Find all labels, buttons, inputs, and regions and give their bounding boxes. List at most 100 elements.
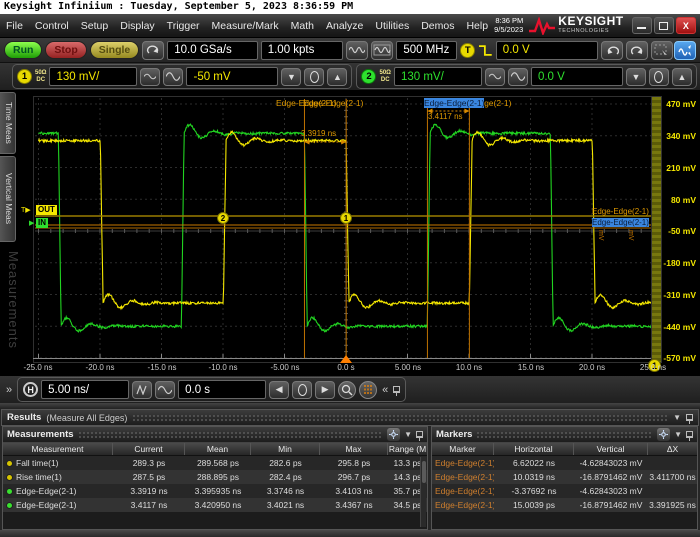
marker-label-right-1[interactable]: Edge-Edge(2-1): [592, 207, 649, 216]
col-mean[interactable]: Mean: [185, 443, 251, 455]
trigger-badge[interactable]: T: [460, 43, 475, 58]
channel-1-offset-down-button[interactable]: ▼: [281, 68, 301, 86]
touch-mode-button[interactable]: [142, 41, 164, 60]
bandwidth-field[interactable]: 500 MHz: [396, 41, 457, 60]
gear-icon[interactable]: [387, 428, 400, 441]
gear-icon[interactable]: [657, 428, 670, 441]
segmented-display-button[interactable]: [359, 381, 377, 399]
menu-trigger[interactable]: Trigger: [161, 14, 206, 37]
timebase-compress-button[interactable]: [132, 381, 152, 399]
menu-math[interactable]: Math: [285, 14, 320, 37]
menu-demos[interactable]: Demos: [415, 14, 460, 37]
trigger-level-field[interactable]: 0.0 V: [496, 41, 598, 60]
channel-2-source-label[interactable]: IN: [36, 218, 48, 228]
trigger-level-marker[interactable]: T▶: [21, 206, 31, 214]
maximize-button[interactable]: [654, 17, 674, 34]
channel-2-scale-field[interactable]: 130 mV/: [394, 67, 482, 86]
channel-1-offset-up-button[interactable]: ▲: [327, 68, 347, 86]
channel-1-offset-field[interactable]: -50 mV: [186, 67, 278, 86]
results-header[interactable]: Results (Measure All Edges) ▼: [1, 409, 699, 426]
dropdown-arrow-icon[interactable]: ▼: [674, 430, 682, 439]
measurement-row[interactable]: Fall time(1) 289.3 ps 289.568 ps 282.6 p…: [3, 456, 427, 470]
col-min[interactable]: Min: [251, 443, 320, 455]
sample-rate-field[interactable]: 10.0 GSa/s: [167, 41, 257, 60]
channel-2-badge[interactable]: 2: [361, 69, 376, 84]
channel-1-coupling[interactable]: 50ΩDC: [35, 70, 46, 83]
measurement-row[interactable]: Edge-Edge(2-1) 3.3919 ns 3.395935 ns 3.3…: [3, 484, 427, 498]
single-button[interactable]: Single: [90, 41, 140, 59]
acq-mode-realtime-button[interactable]: [346, 41, 368, 60]
menu-file[interactable]: File: [0, 14, 29, 37]
tab-vertical-meas[interactable]: Vertical Meas: [0, 156, 16, 242]
pin-icon[interactable]: [393, 386, 400, 393]
marker-label-right-2[interactable]: Edge-Edge(2-1): [592, 218, 649, 227]
pin-icon[interactable]: [416, 431, 423, 438]
menu-setup[interactable]: Setup: [75, 14, 114, 37]
col-measurement[interactable]: Measurement: [3, 443, 113, 455]
expand-chevrons[interactable]: »: [4, 384, 14, 396]
dropdown-arrow-icon[interactable]: ▼: [404, 430, 412, 439]
channel-2-ground-marker[interactable]: ▶: [29, 219, 34, 227]
channel-2-offset-field[interactable]: 0.0 V: [531, 67, 623, 86]
collapse-chevrons[interactable]: «: [380, 384, 390, 396]
channel-1-source-label[interactable]: OUT: [36, 205, 57, 215]
menu-analyze[interactable]: Analyze: [320, 14, 369, 37]
channel-1-scale-field[interactable]: 130 mV/: [49, 67, 137, 86]
measurement-row[interactable]: Rise time(1) 287.5 ps 288.895 ps 282.4 p…: [3, 470, 427, 484]
marker-row[interactable]: Edge-Edge(2-1) 15.0039 ps -16.8791462 mV…: [432, 498, 697, 512]
close-button[interactable]: X: [676, 17, 696, 34]
col-current[interactable]: Current: [113, 443, 185, 455]
trigger-position-marker[interactable]: [340, 355, 352, 363]
channel-1-offset-zero-button[interactable]: [304, 68, 324, 86]
channel-1-large-scale-button[interactable]: [163, 68, 183, 86]
position-right-button[interactable]: ▶: [315, 381, 335, 399]
timebase-position-field[interactable]: 0.0 s: [178, 380, 266, 399]
timebase-expand-button[interactable]: [155, 381, 175, 399]
col-marker[interactable]: Marker: [432, 443, 494, 455]
col-horizontal[interactable]: Horizontal: [494, 443, 574, 455]
channel-1-small-scale-button[interactable]: [140, 68, 160, 86]
measurement-badge-1[interactable]: 1: [340, 212, 352, 224]
channel-2-offset-up-button[interactable]: ▲: [672, 68, 692, 86]
menu-measure-mark[interactable]: Measure/Mark: [206, 14, 285, 37]
position-left-button[interactable]: ◀: [269, 381, 289, 399]
channel-2-offset-zero-button[interactable]: [649, 68, 669, 86]
timebase-scale-field[interactable]: 5.00 ns/: [41, 380, 129, 399]
tab-time-meas[interactable]: Time Meas: [0, 92, 16, 154]
channel-1-badge[interactable]: 1: [17, 69, 32, 84]
minimize-button[interactable]: [632, 17, 652, 34]
marker-row[interactable]: Edge-Edge(2-1) 6.62022 ns -4.62843023 mV: [432, 456, 697, 470]
markers-header[interactable]: Markers ▼: [432, 427, 697, 443]
pin-icon[interactable]: [686, 414, 693, 421]
menu-help[interactable]: Help: [460, 14, 494, 37]
acq-mode-segmented-button[interactable]: [371, 41, 393, 60]
marker-row[interactable]: Edge-Edge(2-1) 10.0319 ns -16.8791462 mV…: [432, 470, 697, 484]
channel-2-offset-down-button[interactable]: ▼: [626, 68, 646, 86]
horizontal-badge[interactable]: H: [23, 382, 38, 397]
waveform-plot[interactable]: [33, 96, 653, 363]
col-max[interactable]: Max: [320, 443, 388, 455]
menu-display[interactable]: Display: [114, 14, 160, 37]
measurement-badge-2[interactable]: 2: [217, 212, 229, 224]
memory-depth-field[interactable]: 1.00 kpts: [261, 41, 344, 60]
run-button[interactable]: Run: [4, 41, 42, 59]
pin-icon[interactable]: [686, 431, 693, 438]
channel-2-large-scale-button[interactable]: [508, 68, 528, 86]
measurement-row[interactable]: Edge-Edge(2-1) 3.4117 ns 3.420950 ns 3.4…: [3, 498, 427, 512]
measurements-header[interactable]: Measurements ▼: [3, 427, 427, 443]
zoom-window-button[interactable]: [338, 381, 356, 399]
pan-zoom-mode-button[interactable]: [674, 41, 696, 60]
undo-button[interactable]: [601, 41, 623, 60]
channel-2-coupling[interactable]: 50ΩDC: [379, 70, 390, 83]
col-dx[interactable]: ΔX: [648, 443, 697, 455]
col-vertical[interactable]: Vertical: [574, 443, 648, 455]
dropdown-arrow-icon[interactable]: ▼: [673, 413, 681, 422]
redo-button[interactable]: [626, 41, 648, 60]
scrollbar[interactable]: [420, 457, 426, 527]
col-range[interactable]: Range (M: [388, 443, 427, 455]
position-zero-button[interactable]: [292, 381, 312, 399]
edge-measure-label-selected[interactable]: Edge-Edge(2-1): [424, 98, 484, 108]
menu-control[interactable]: Control: [29, 14, 75, 37]
channel-2-small-scale-button[interactable]: [485, 68, 505, 86]
menu-utilities[interactable]: Utilities: [369, 14, 415, 37]
